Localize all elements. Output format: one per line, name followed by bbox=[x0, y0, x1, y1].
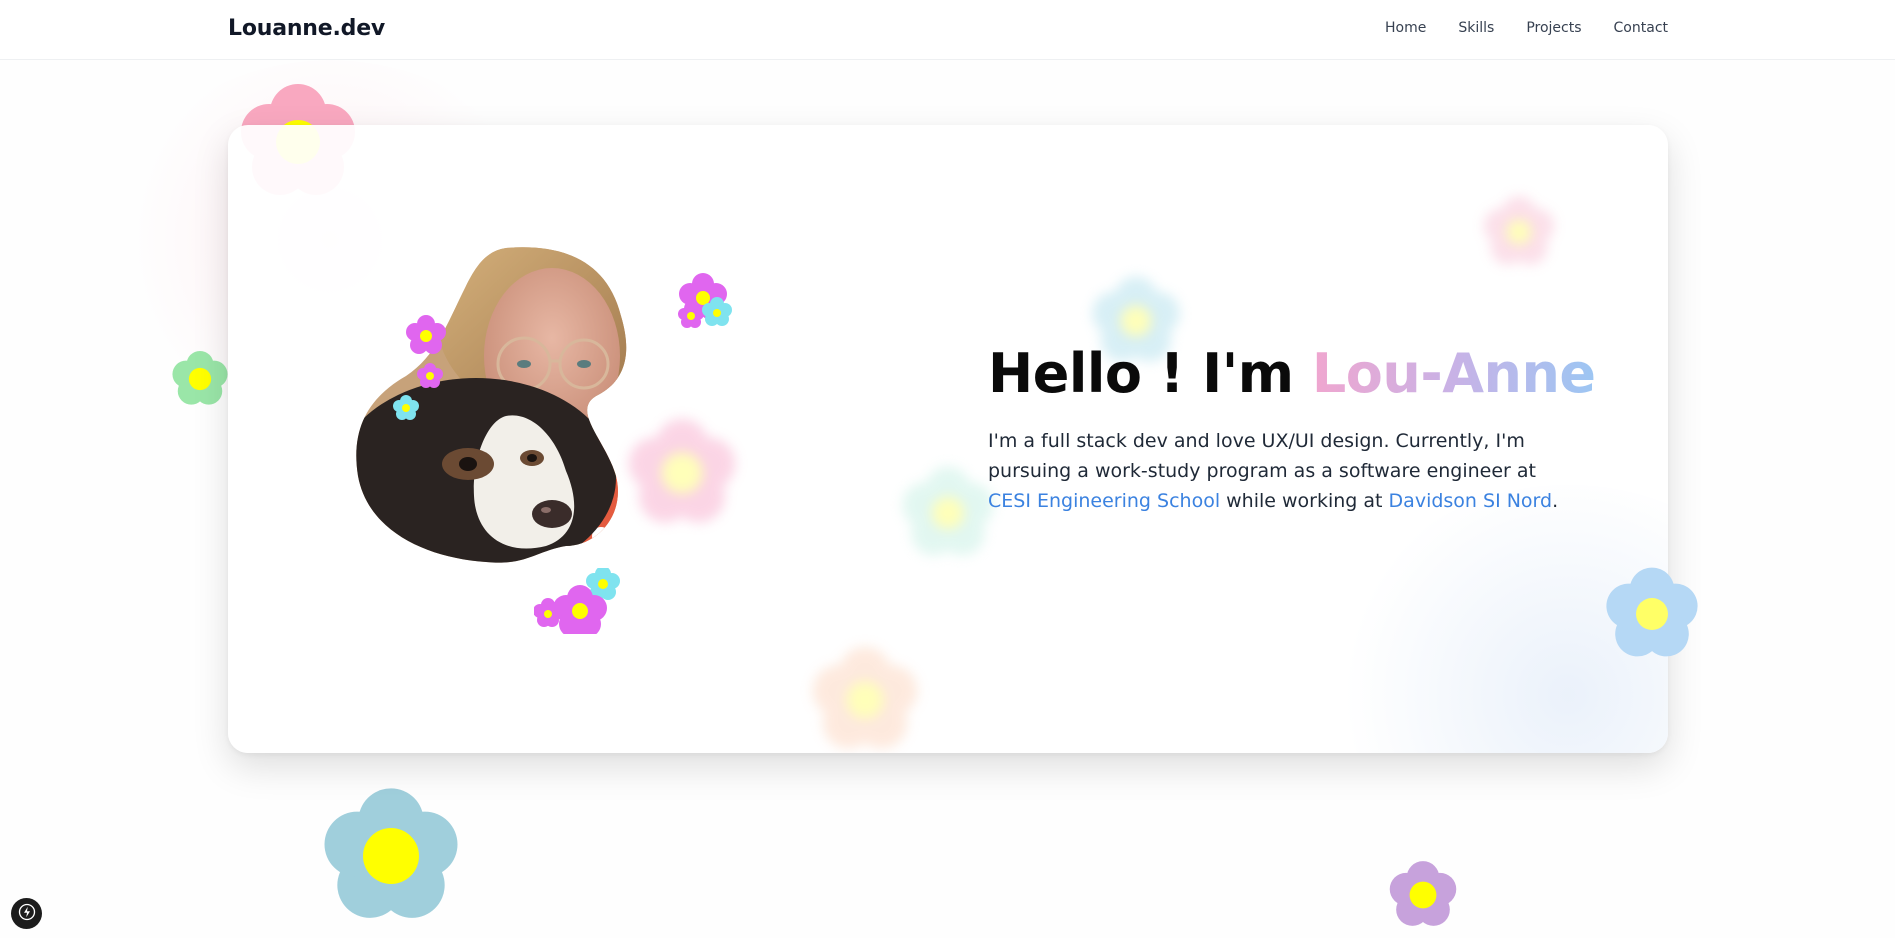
flower-icon bbox=[406, 315, 446, 354]
flower-icon bbox=[1604, 566, 1700, 662]
flower-icon bbox=[321, 786, 461, 926]
hero-greeting: Hello ! I'm bbox=[988, 342, 1294, 405]
hero-description-text: I'm a full stack dev and love UX/UI desi… bbox=[988, 430, 1537, 482]
nav-link-home[interactable]: Home bbox=[1385, 20, 1426, 36]
hero-intro: Hello ! I'm Lou-Anne I'm a full stack de… bbox=[988, 342, 1608, 516]
devtools-button[interactable] bbox=[11, 898, 42, 929]
flower-icon bbox=[171, 350, 229, 408]
top-navigation: Louanne.dev Home Skills Projects Contact bbox=[0, 0, 1895, 60]
flower-icon bbox=[626, 408, 738, 538]
nav-link-projects[interactable]: Projects bbox=[1526, 20, 1581, 36]
cesi-school-link[interactable]: CESI Engineering School bbox=[988, 490, 1220, 512]
flower-icon bbox=[534, 568, 626, 634]
flower-icon bbox=[900, 465, 996, 561]
flower-icon bbox=[678, 273, 734, 335]
hero-name: Lou-Anne bbox=[1311, 342, 1596, 405]
davidson-company-link[interactable]: Davidson SI Nord bbox=[1389, 490, 1553, 512]
nav-link-skills[interactable]: Skills bbox=[1458, 20, 1494, 36]
flower-icon bbox=[1482, 195, 1556, 269]
flower-icon bbox=[810, 645, 920, 753]
hero-description-end: . bbox=[1552, 490, 1559, 512]
nav-links: Home Skills Projects Contact bbox=[1385, 20, 1668, 36]
nav-link-contact[interactable]: Contact bbox=[1614, 20, 1668, 36]
lightning-icon bbox=[18, 903, 36, 925]
brand-logo[interactable]: Louanne.dev bbox=[228, 16, 385, 41]
flower-icon bbox=[1388, 860, 1458, 930]
page: Louanne.dev Home Skills Projects Contact bbox=[0, 0, 1895, 938]
hero-description-mid: while working at bbox=[1220, 490, 1389, 512]
hero-title: Hello ! I'm Lou-Anne bbox=[988, 342, 1608, 406]
hero-description: I'm a full stack dev and love UX/UI desi… bbox=[988, 426, 1608, 516]
